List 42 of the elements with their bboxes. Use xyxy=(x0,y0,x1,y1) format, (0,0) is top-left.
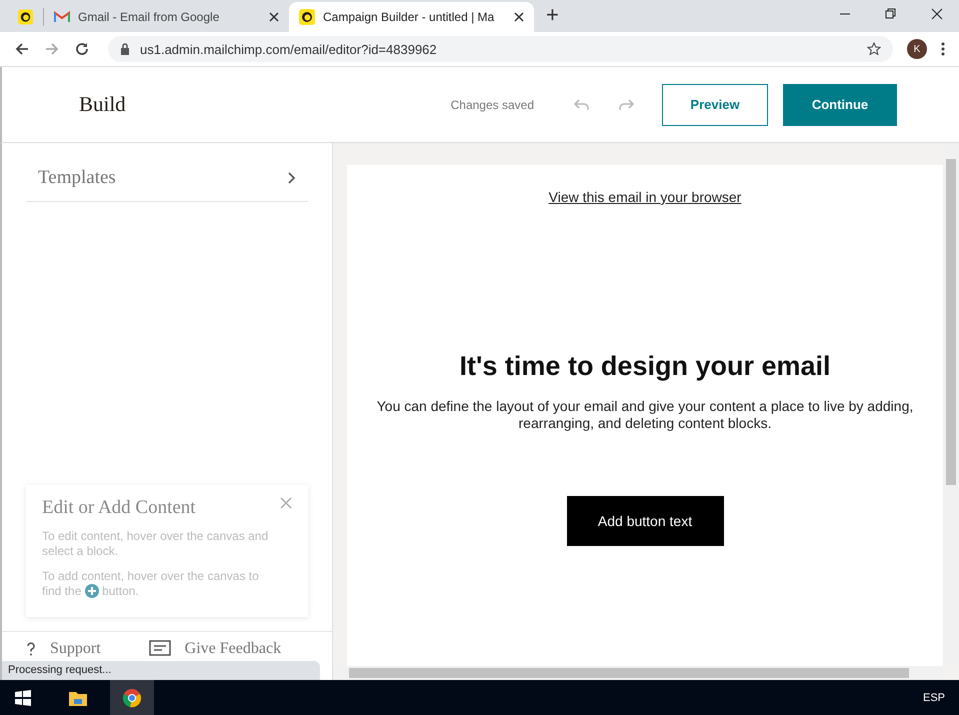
back-icon[interactable] xyxy=(14,41,30,57)
tip-text: button. xyxy=(102,584,139,598)
browser-tab[interactable]: Gmail - Email from Google xyxy=(44,2,289,32)
address-bar[interactable]: us1.admin.mailchimp.com/email/editor?id=4839962 xyxy=(108,36,893,62)
windows-start-icon[interactable] xyxy=(14,688,32,706)
footer-link[interactable]: Support xyxy=(26,640,101,658)
profile-avatar[interactable]: K xyxy=(907,39,927,59)
save-status: Changes saved xyxy=(450,98,534,112)
preview-button[interactable]: Preview xyxy=(662,84,768,126)
tip-text: find the xyxy=(42,584,82,598)
footer-link[interactable]: Give Feedback xyxy=(148,640,282,658)
status-bubble: Processing request... xyxy=(2,661,320,680)
language-indicator[interactable]: ESP xyxy=(922,692,945,704)
email-body-text: You can define the layout of your email and give your content a place to live by adding, rearranging, and deleting content blocks. xyxy=(376,398,914,432)
email-button[interactable]: Add button text xyxy=(566,496,724,546)
reload-icon[interactable] xyxy=(74,41,90,57)
tip-title: Edit or Add Content xyxy=(42,497,196,519)
chrome-icon[interactable] xyxy=(122,688,142,708)
plus-icon xyxy=(84,584,99,598)
star-icon[interactable] xyxy=(867,42,881,56)
email-heading: It's time to design your email xyxy=(460,351,830,382)
tab-title: Campaign Builder - untitled | Ma xyxy=(323,10,496,24)
close-icon[interactable] xyxy=(269,12,279,22)
page-title: Build xyxy=(79,92,126,117)
tip-text: To edit content, hover over the canvas and select a block. xyxy=(42,529,270,559)
new-tab-button[interactable]: + xyxy=(546,2,559,28)
tab-title: Gmail - Email from Google xyxy=(78,10,220,24)
message-icon xyxy=(148,640,171,658)
view-in-browser-link[interactable]: View this email in your browser xyxy=(548,189,742,205)
templates-item[interactable]: Templates xyxy=(26,157,308,202)
browser-tab[interactable]: Campaign Builder - untitled | Ma xyxy=(289,2,534,32)
close-icon[interactable] xyxy=(514,12,524,22)
close-icon[interactable] xyxy=(931,8,943,20)
lock-icon xyxy=(120,43,130,55)
continue-button[interactable]: Continue xyxy=(783,84,897,126)
chevron-right-icon xyxy=(288,172,296,184)
tip-text: To add content, hover over the canvas to xyxy=(42,569,259,583)
url-text: us1.admin.mailchimp.com/email/editor?id=4839962 xyxy=(140,42,438,56)
restore-icon[interactable] xyxy=(885,8,897,20)
question-icon xyxy=(26,642,36,656)
mail-icon xyxy=(54,11,70,23)
menu-icon[interactable] xyxy=(941,42,945,56)
